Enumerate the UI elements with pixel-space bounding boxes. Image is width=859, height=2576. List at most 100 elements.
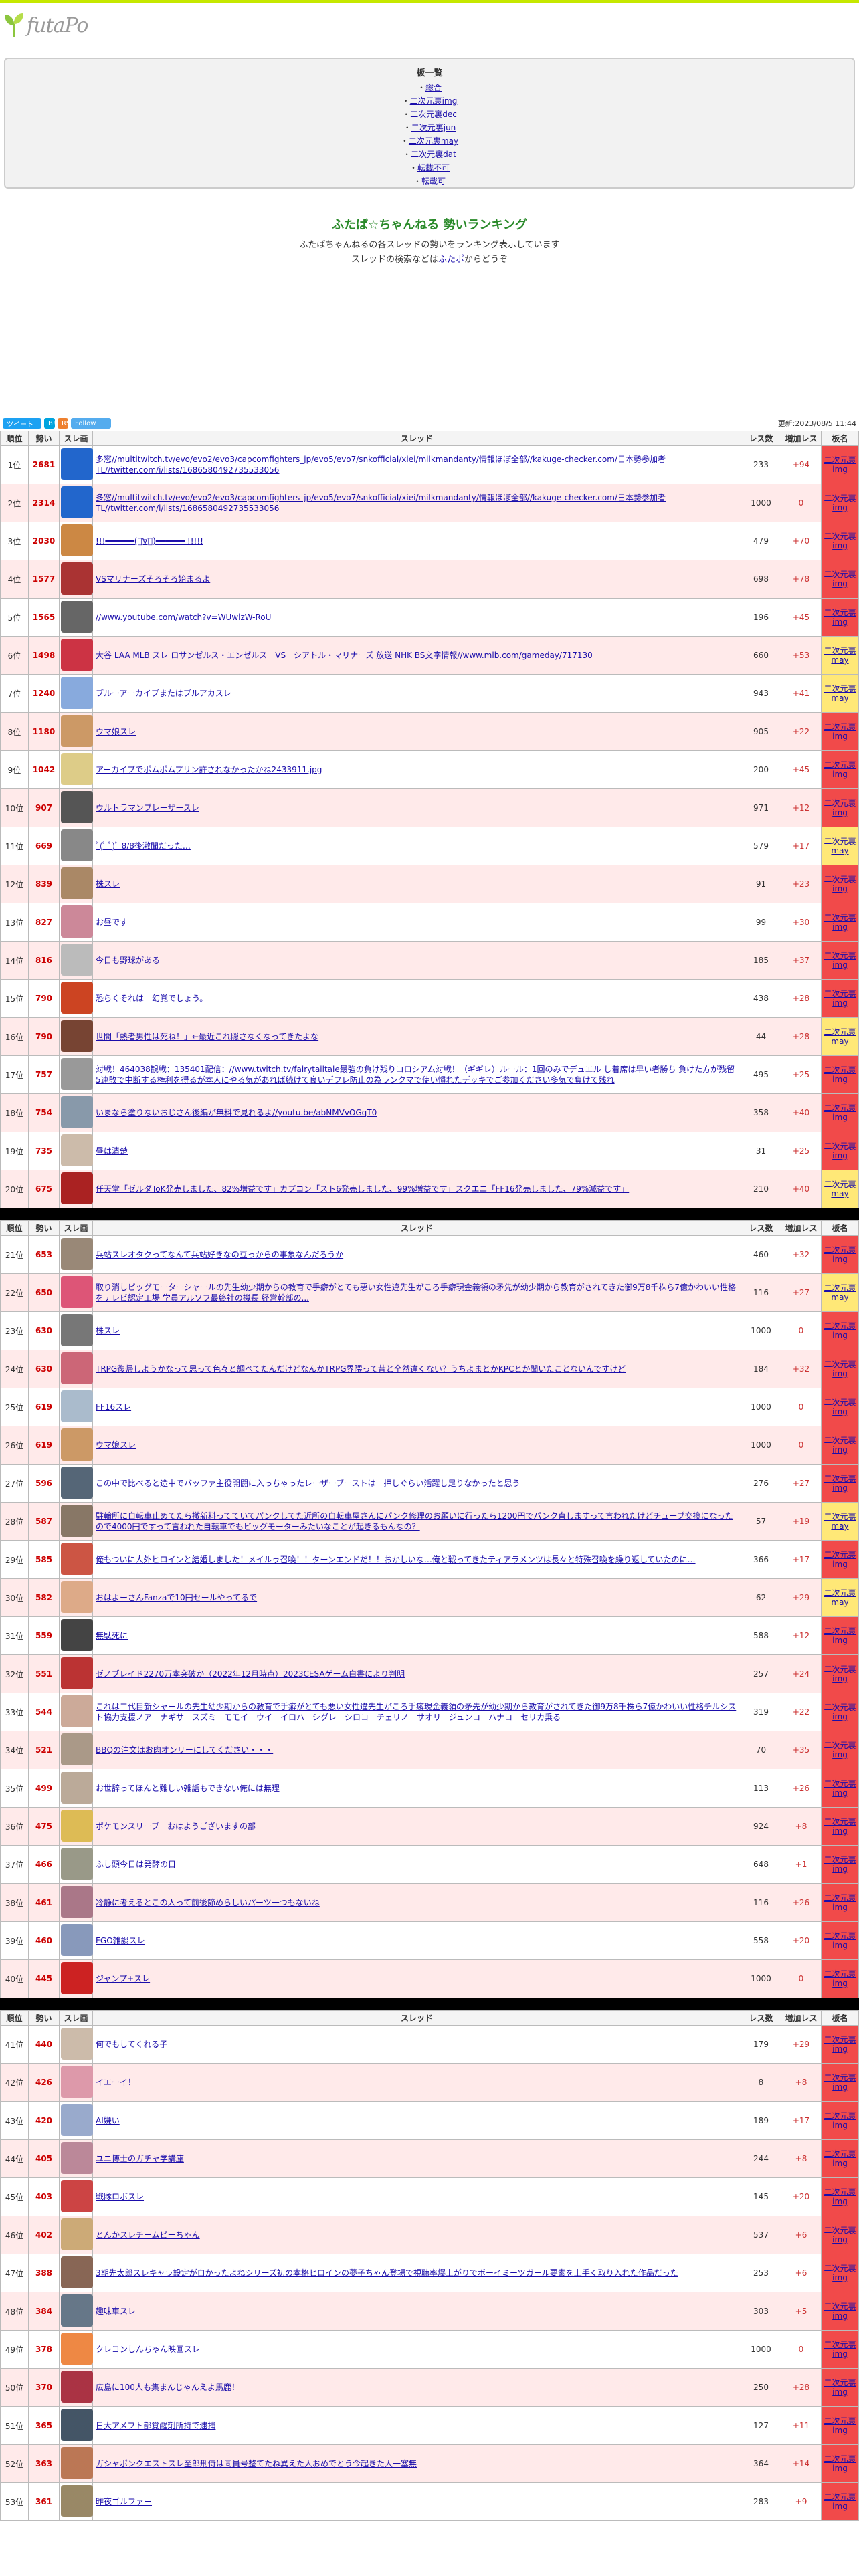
- thread-link[interactable]: 昼は清楚: [96, 1146, 128, 1156]
- board-name-link[interactable]: 二次元裏img: [824, 532, 856, 550]
- board-name-link[interactable]: 二次元裏img: [824, 2492, 856, 2511]
- thread-thumbnail[interactable]: [61, 1580, 93, 1613]
- board-name-link[interactable]: 二次元裏img: [824, 2378, 856, 2397]
- thread-thumbnail[interactable]: [61, 1695, 93, 1727]
- thread-thumbnail[interactable]: [61, 1923, 93, 1956]
- thread-thumbnail[interactable]: [61, 1542, 93, 1575]
- thread-thumbnail[interactable]: [61, 600, 93, 633]
- board-link[interactable]: 転載可: [421, 177, 446, 186]
- thread-link[interactable]: おはよーさんFanzaで10円セールやってるで: [96, 1593, 257, 1602]
- thread-thumbnail[interactable]: [61, 1134, 93, 1166]
- thread-thumbnail[interactable]: [61, 1618, 93, 1651]
- board-name-link[interactable]: 二次元裏img: [824, 1817, 856, 1836]
- thread-link[interactable]: ウマ娘スレ: [96, 727, 136, 736]
- thread-link[interactable]: クレヨンしんちゃん映画スレ: [96, 2345, 200, 2354]
- thread-link[interactable]: 趣味車スレ: [96, 2306, 136, 2316]
- board-name-link[interactable]: 二次元裏img: [824, 2149, 856, 2168]
- hatena-bookmark-button[interactable]: B!: [44, 418, 56, 429]
- thread-thumbnail[interactable]: [61, 1885, 93, 1918]
- thread-link[interactable]: とんかスレチームピーちゃん: [96, 2230, 200, 2240]
- board-name-link[interactable]: 二次元裏img: [824, 1398, 856, 1416]
- thread-thumbnail[interactable]: [61, 1771, 93, 1804]
- thread-link[interactable]: VSマリナーズそろそろ始まるよ: [96, 574, 210, 584]
- board-name-link[interactable]: 二次元裏img: [824, 1103, 856, 1122]
- board-name-link[interactable]: 二次元裏img: [824, 722, 856, 741]
- thread-thumbnail[interactable]: [61, 2218, 93, 2250]
- board-name-link[interactable]: 二次元裏img: [824, 1626, 856, 1645]
- thread-thumbnail[interactable]: [61, 562, 93, 595]
- tweet-button[interactable]: ツイート: [3, 418, 41, 429]
- board-link[interactable]: 総合: [425, 83, 442, 92]
- thread-link[interactable]: 株スレ: [96, 879, 120, 889]
- thread-thumbnail[interactable]: [61, 867, 93, 899]
- thread-link[interactable]: !!!━━━━━━(ﾟ∀ﾟ)━━━━━━ !!!!!: [96, 536, 203, 546]
- thread-link[interactable]: TRPG復帰しようかなって思って色々と調べてたんだけどなんかTRPG界隈って昔と…: [96, 1364, 626, 1374]
- thread-link[interactable]: ジャンプ+スレ: [96, 1974, 150, 1983]
- board-name-link[interactable]: 二次元裏img: [824, 1665, 856, 1683]
- thread-link[interactable]: アーカイブでポムポムプリン許されなかったかね2433911.jpg: [96, 765, 322, 774]
- thread-thumbnail[interactable]: [61, 2256, 93, 2288]
- board-name-link[interactable]: 二次元裏may: [824, 684, 856, 703]
- board-name-link[interactable]: 二次元裏img: [824, 913, 856, 932]
- thread-link[interactable]: この中で比べると途中でバッファ主役開闘に入っちゃったレーザーブーストは一押しぐら…: [96, 1479, 520, 1488]
- board-name-link[interactable]: 二次元裏img: [824, 1550, 856, 1569]
- board-name-link[interactable]: 二次元裏img: [824, 951, 856, 970]
- board-name-link[interactable]: 二次元裏img: [824, 1436, 856, 1455]
- board-link[interactable]: 二次元裏dec: [410, 110, 457, 119]
- thread-thumbnail[interactable]: [61, 1172, 93, 1204]
- thread-thumbnail[interactable]: [61, 1095, 93, 1128]
- board-name-link[interactable]: 二次元裏img: [824, 2111, 856, 2130]
- board-name-link[interactable]: 二次元裏may: [824, 1588, 856, 1607]
- board-name-link[interactable]: 二次元裏img: [824, 875, 856, 893]
- thread-thumbnail[interactable]: [61, 447, 93, 480]
- thread-link[interactable]: いまなら塗りないおじさん後編が無料で見れるよ//youtu.be/abNMVvO…: [96, 1108, 377, 1117]
- board-name-link[interactable]: 二次元裏img: [824, 2302, 856, 2321]
- board-name-link[interactable]: 二次元裏img: [824, 1065, 856, 1084]
- thread-thumbnail[interactable]: [61, 2370, 93, 2403]
- thread-thumbnail[interactable]: [61, 1313, 93, 1346]
- thread-thumbnail[interactable]: [61, 943, 93, 976]
- thread-link[interactable]: 3期先太郎スレキャラ設定が自かったよねシリーズ初の本格ヒロインの夢子ちゃん登場で…: [96, 2268, 678, 2278]
- thread-link[interactable]: 俺もついに人外ヒロインと結婚しました！メイルゥ召喚！！ターンエンドだ！！おかしい…: [96, 1555, 696, 1564]
- board-name-link[interactable]: 二次元裏may: [824, 1512, 856, 1531]
- board-name-link[interactable]: 二次元裏may: [824, 1283, 856, 1302]
- thread-thumbnail[interactable]: [61, 486, 93, 518]
- thread-thumbnail[interactable]: [61, 676, 93, 709]
- thread-link[interactable]: 冷静に考えるとこの人って前後節めらしいパーツ一つもないね: [96, 1898, 320, 1907]
- thread-link[interactable]: 多窓//multitwitch.tv/evo/evo2/evo3/capcomf…: [96, 455, 666, 475]
- thread-thumbnail[interactable]: [61, 1428, 93, 1461]
- board-name-link[interactable]: 二次元裏img: [824, 2226, 856, 2244]
- board-name-link[interactable]: 二次元裏img: [824, 1969, 856, 1988]
- thread-thumbnail[interactable]: [61, 1275, 93, 1308]
- board-name-link[interactable]: 二次元裏img: [824, 1474, 856, 1493]
- thread-link[interactable]: 日大アメフト部覚醒剤所持で逮捕: [96, 2421, 215, 2430]
- thread-thumbnail[interactable]: [61, 1057, 93, 1090]
- thread-link[interactable]: 何でもしてくれる子: [96, 2040, 167, 2049]
- thread-link[interactable]: 戦隊ロボスレ: [96, 2192, 144, 2202]
- board-name-link[interactable]: 二次元裏img: [824, 608, 856, 627]
- board-name-link[interactable]: 二次元裏img: [824, 798, 856, 817]
- board-name-link[interactable]: 二次元裏img: [824, 2416, 856, 2435]
- board-name-link[interactable]: 二次元裏img: [824, 989, 856, 1008]
- thread-thumbnail[interactable]: [61, 1390, 93, 1422]
- board-name-link[interactable]: 二次元裏img: [824, 2073, 856, 2092]
- thread-thumbnail[interactable]: [61, 752, 93, 785]
- board-link[interactable]: 二次元裏jun: [411, 123, 456, 132]
- thread-link[interactable]: 駐輪所に自転車止めてたら撤新料ってていてパンクしてた近所の自転車屋さんにパンク修…: [96, 1511, 733, 1531]
- thread-thumbnail[interactable]: [61, 2294, 93, 2327]
- futapo-link[interactable]: ふたポ: [438, 255, 464, 265]
- board-name-link[interactable]: 二次元裏img: [824, 2264, 856, 2282]
- board-name-link[interactable]: 二次元裏may: [824, 837, 856, 855]
- thread-link[interactable]: お世辞ってほんと難しい雑話もできない俺には無理: [96, 1784, 280, 1793]
- thread-thumbnail[interactable]: [61, 2446, 93, 2479]
- thread-link[interactable]: ポケモンスリープ おはようございますの部: [96, 1822, 256, 1831]
- thread-link[interactable]: FF16スレ: [96, 1402, 131, 1412]
- board-name-link[interactable]: 二次元裏img: [824, 1855, 856, 1874]
- thread-link[interactable]: 広島に100人も集まんじゃんえよ馬鹿！: [96, 2383, 240, 2392]
- thread-thumbnail[interactable]: [61, 638, 93, 671]
- thread-thumbnail[interactable]: [61, 2141, 93, 2174]
- thread-thumbnail[interactable]: [61, 2484, 93, 2517]
- thread-link[interactable]: 無駄死に: [96, 1631, 128, 1640]
- thread-thumbnail[interactable]: [61, 981, 93, 1014]
- thread-link[interactable]: 恐らくそれは 幻覚でしょう。: [96, 994, 207, 1003]
